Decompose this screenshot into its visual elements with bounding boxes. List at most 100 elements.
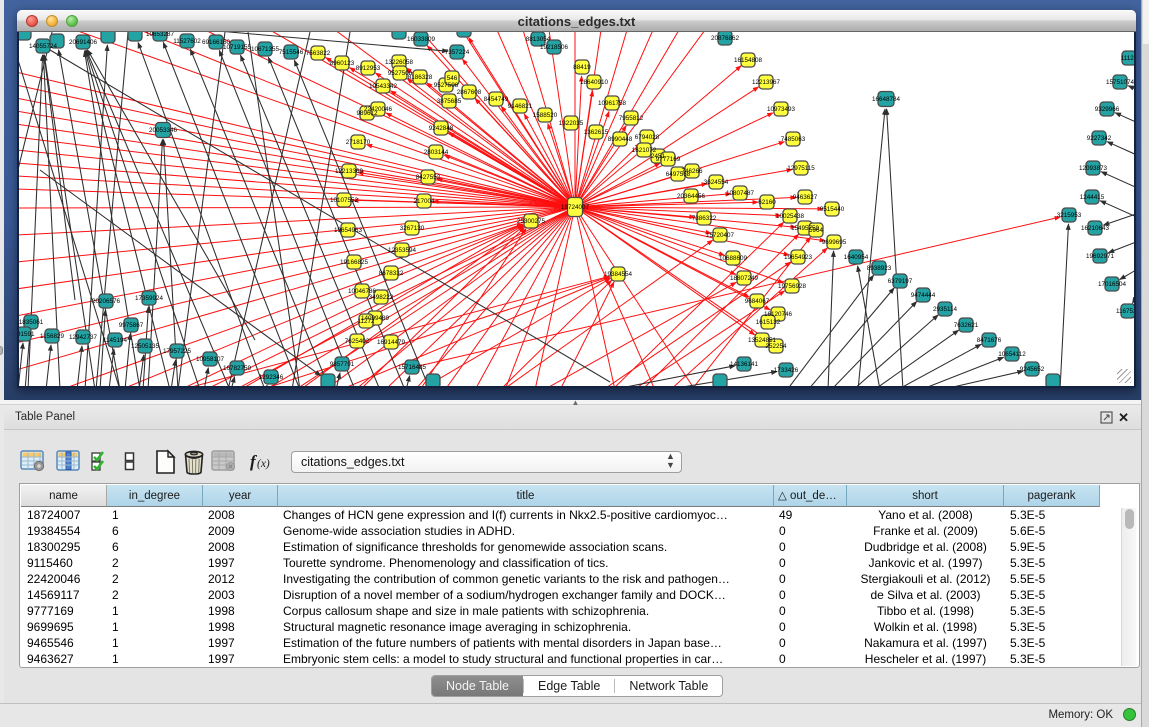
svg-text:13226058: 13226058 xyxy=(385,59,414,66)
svg-text:252254: 252254 xyxy=(765,343,787,350)
svg-text:5964: 5964 xyxy=(809,227,824,234)
svg-text:9474444: 9474444 xyxy=(911,292,936,299)
svg-text:10671355: 10671355 xyxy=(251,46,280,53)
svg-text:10961758: 10961758 xyxy=(598,100,627,107)
svg-text:16782759: 16782759 xyxy=(223,365,252,372)
svg-text:18640910: 18640910 xyxy=(580,79,609,86)
svg-text:9242848: 9242848 xyxy=(429,125,454,132)
svg-text:1244415: 1244415 xyxy=(1080,194,1105,201)
svg-text:17957225: 17957225 xyxy=(163,348,192,355)
svg-text:8186328: 8186328 xyxy=(408,74,433,81)
svg-text:18807249: 18807249 xyxy=(730,275,759,282)
svg-text:2803144: 2803144 xyxy=(424,149,449,156)
svg-text:19692971: 19692971 xyxy=(1086,253,1115,260)
svg-text:25300275: 25300275 xyxy=(517,218,546,225)
svg-text:15716485: 15716485 xyxy=(398,364,427,371)
svg-text:9463627: 9463627 xyxy=(793,194,818,201)
svg-text:12213967: 12213967 xyxy=(752,79,781,86)
svg-text:8427552: 8427552 xyxy=(416,174,441,181)
svg-text:62160: 62160 xyxy=(758,199,776,206)
svg-text:12353594: 12353594 xyxy=(388,247,417,254)
svg-text:1156829: 1156829 xyxy=(40,333,65,340)
svg-text:391591: 391591 xyxy=(19,331,35,338)
svg-text:10958107: 10958107 xyxy=(196,356,225,363)
svg-text:7632621: 7632621 xyxy=(954,322,979,329)
svg-text:18724007: 18724007 xyxy=(561,204,590,211)
svg-text:9684067: 9684067 xyxy=(745,298,770,305)
svg-text:20364456: 20364456 xyxy=(677,193,706,200)
svg-text:20053346: 20053346 xyxy=(149,127,178,134)
svg-text:7563822: 7563822 xyxy=(306,50,331,57)
svg-text:10107552: 10107552 xyxy=(330,197,359,204)
svg-text:15720407: 15720407 xyxy=(706,232,735,239)
svg-text:6794028: 6794028 xyxy=(635,134,660,141)
svg-text:20206576: 20206576 xyxy=(92,298,121,305)
svg-text:12942737: 12942737 xyxy=(69,334,98,341)
svg-text:3267130: 3267130 xyxy=(400,225,425,232)
svg-text:12505135: 12505135 xyxy=(131,343,160,350)
svg-text:9857791: 9857791 xyxy=(330,361,355,368)
svg-text:7386322: 7386322 xyxy=(692,215,717,222)
svg-text:88419: 88419 xyxy=(573,64,591,71)
svg-text:15751074: 15751074 xyxy=(1106,79,1134,86)
svg-text:9227342: 9227342 xyxy=(1087,135,1112,142)
svg-text:2867608: 2867608 xyxy=(457,89,482,96)
svg-text:12975115: 12975115 xyxy=(787,165,815,172)
svg-text:10543342: 10543342 xyxy=(369,83,398,90)
svg-text:1145194: 1145194 xyxy=(103,337,128,344)
svg-text:16210643: 16210643 xyxy=(1081,225,1110,232)
svg-text:11527602: 11527602 xyxy=(173,38,201,45)
svg-text:19654963: 19654963 xyxy=(334,227,363,234)
svg-text:17016504: 17016504 xyxy=(1098,281,1127,288)
svg-text:8912953: 8912953 xyxy=(356,65,381,72)
svg-text:10654112: 10654112 xyxy=(998,351,1026,358)
svg-text:(x): (x) xyxy=(257,458,270,470)
svg-text:9699695: 9699695 xyxy=(822,239,847,246)
svg-text:19384554: 19384554 xyxy=(604,271,633,278)
svg-text:7625402: 7625402 xyxy=(345,338,370,345)
svg-text:8938923: 8938923 xyxy=(867,265,892,272)
svg-text:16033809: 16033809 xyxy=(407,36,436,43)
svg-text:22420046: 22420046 xyxy=(364,106,393,113)
svg-text:7515546: 7515546 xyxy=(279,49,304,56)
svg-text:9329966: 9329966 xyxy=(1095,106,1120,113)
svg-text:9527508: 9527508 xyxy=(434,82,459,89)
svg-text:19756928: 19756928 xyxy=(778,283,807,290)
svg-text:1167531: 1167531 xyxy=(1116,308,1134,315)
svg-text:7955812: 7955812 xyxy=(619,115,644,122)
svg-text:2935114: 2935114 xyxy=(933,306,958,313)
svg-text:7485063: 7485063 xyxy=(781,136,806,143)
svg-text:20876862: 20876862 xyxy=(711,35,740,42)
svg-text:14055724: 14055724 xyxy=(29,43,58,50)
svg-text:16154808: 16154808 xyxy=(734,57,763,64)
svg-text:19218506: 19218506 xyxy=(540,44,569,51)
svg-text:217004: 217004 xyxy=(413,198,435,205)
svg-text:6379197: 6379197 xyxy=(888,278,913,285)
svg-text:7357224: 7357224 xyxy=(445,49,470,56)
svg-text:8678332: 8678332 xyxy=(379,270,404,277)
svg-text:10025438: 10025438 xyxy=(776,213,805,220)
svg-text:9777169: 9777169 xyxy=(656,156,681,163)
svg-text:19654923: 19654923 xyxy=(784,254,813,261)
svg-text:1322035: 1322035 xyxy=(559,120,584,127)
svg-text:3498222: 3498222 xyxy=(369,294,394,301)
svg-text:10653287: 10653287 xyxy=(146,32,175,38)
svg-text:14136141: 14136141 xyxy=(730,361,759,368)
svg-text:9146821: 9146821 xyxy=(508,103,533,110)
svg-text:546: 546 xyxy=(447,75,458,82)
svg-text:11272: 11272 xyxy=(357,318,375,325)
svg-text:1835061: 1835061 xyxy=(19,319,44,326)
svg-text:3875685: 3875685 xyxy=(437,98,462,105)
svg-text:8454749: 8454749 xyxy=(484,96,509,103)
svg-text:8471676: 8471676 xyxy=(977,337,1002,344)
svg-text:19166825: 19166825 xyxy=(340,259,369,266)
svg-text:3215953: 3215953 xyxy=(1057,212,1082,219)
svg-text:746266: 746266 xyxy=(681,168,703,175)
svg-text:8960123: 8960123 xyxy=(330,60,355,67)
svg-text:1588520: 1588520 xyxy=(533,112,558,119)
svg-text:12093873: 12093873 xyxy=(1079,165,1108,172)
svg-text:1733426: 1733426 xyxy=(774,367,799,374)
svg-text:16648784: 16648784 xyxy=(872,96,901,103)
svg-text:10688609: 10688609 xyxy=(719,255,748,262)
svg-text:1640954: 1640954 xyxy=(844,254,869,261)
